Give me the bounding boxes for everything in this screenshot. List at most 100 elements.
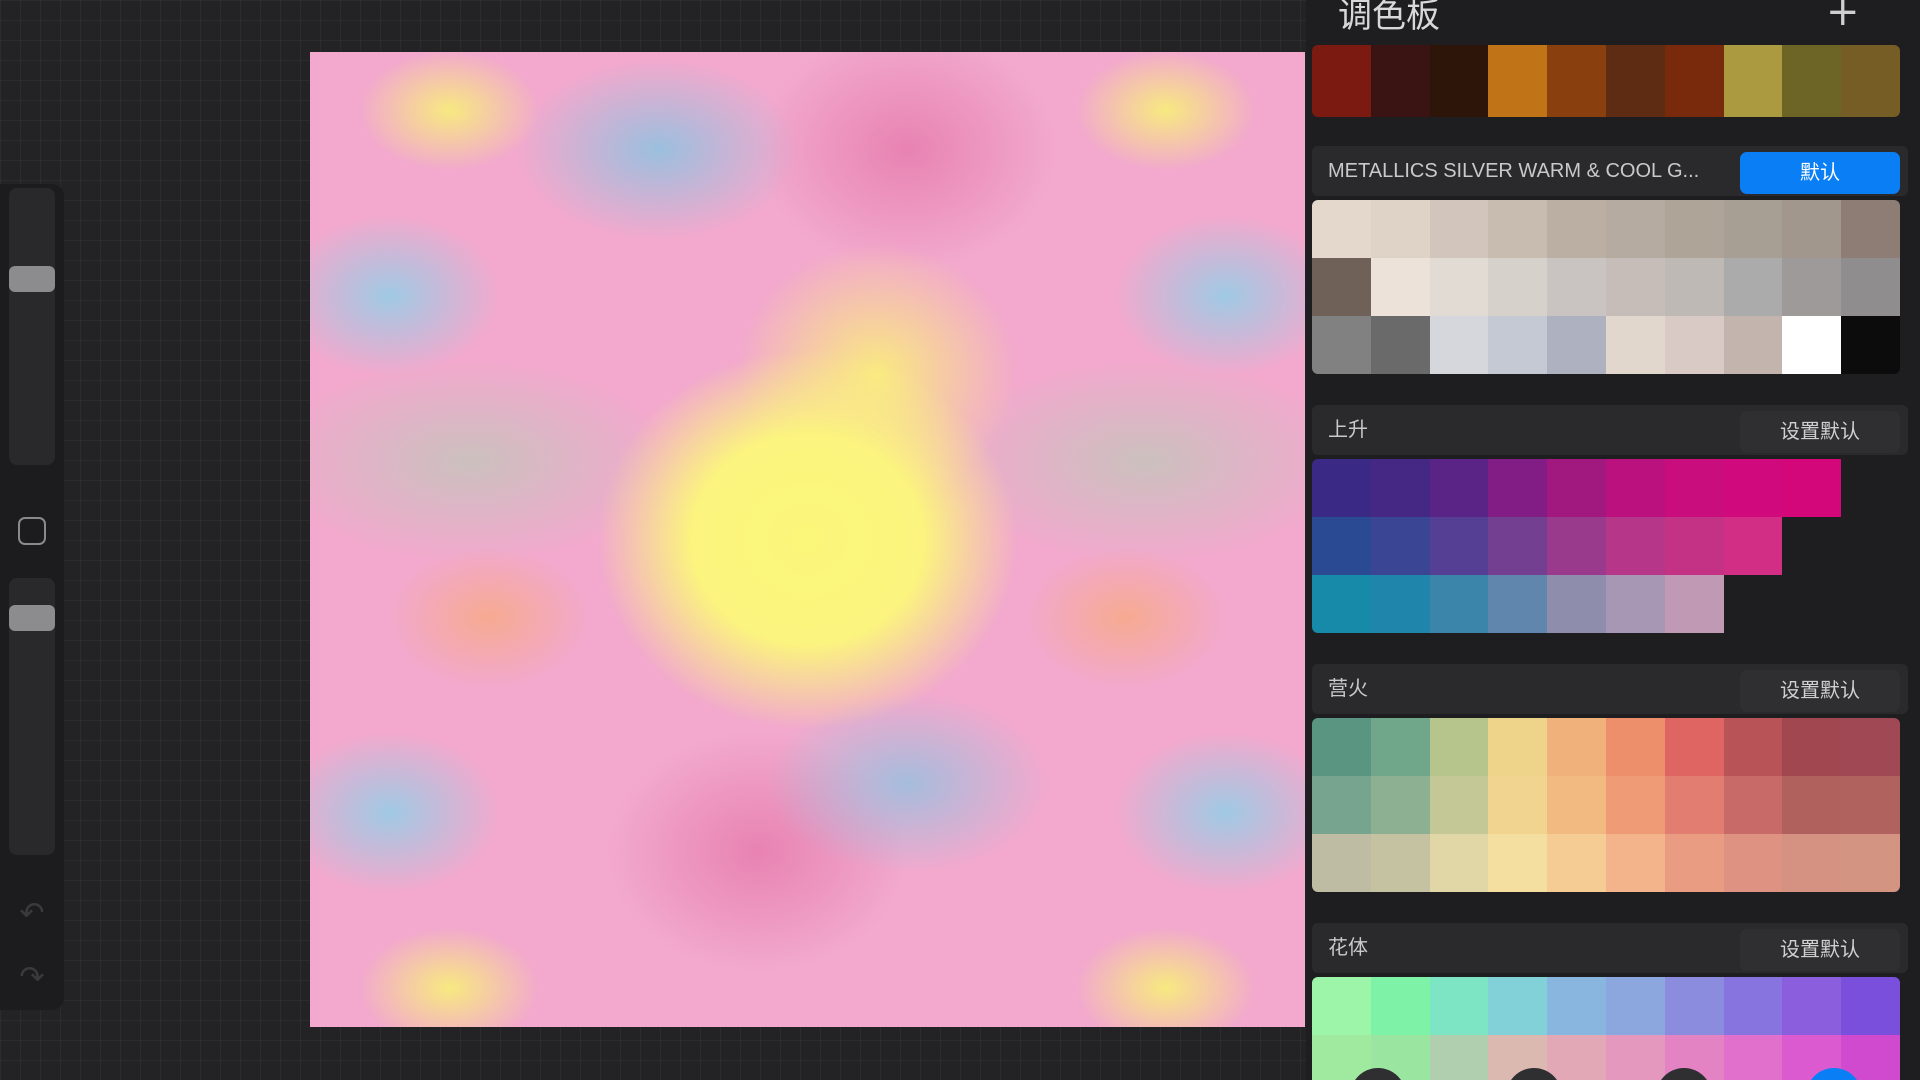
color-swatch[interactable] bbox=[1312, 258, 1371, 316]
color-swatch[interactable] bbox=[1429, 977, 1489, 1035]
color-swatch[interactable] bbox=[1429, 45, 1489, 117]
color-swatch[interactable] bbox=[1488, 200, 1548, 258]
color-swatch[interactable] bbox=[1488, 718, 1548, 776]
color-swatch[interactable] bbox=[1488, 575, 1548, 633]
color-swatch[interactable] bbox=[1782, 977, 1842, 1035]
color-swatch[interactable] bbox=[1370, 977, 1430, 1035]
color-swatch[interactable] bbox=[1841, 834, 1900, 892]
color-swatch[interactable] bbox=[1723, 45, 1783, 117]
color-swatch[interactable] bbox=[1312, 575, 1371, 633]
color-swatch[interactable] bbox=[1664, 718, 1724, 776]
color-swatch[interactable] bbox=[1547, 718, 1606, 776]
color-swatch[interactable] bbox=[1841, 776, 1900, 834]
color-swatch[interactable] bbox=[1370, 459, 1430, 517]
color-swatch[interactable] bbox=[1605, 517, 1665, 575]
color-swatch[interactable] bbox=[1547, 977, 1606, 1035]
color-swatch[interactable] bbox=[1488, 834, 1548, 892]
color-swatch[interactable] bbox=[1429, 459, 1489, 517]
color-swatch[interactable] bbox=[1605, 834, 1665, 892]
color-swatch[interactable] bbox=[1429, 316, 1489, 374]
color-swatch[interactable] bbox=[1605, 200, 1665, 258]
color-swatch[interactable] bbox=[1429, 200, 1489, 258]
set-default-button[interactable]: 设置默认 bbox=[1740, 411, 1900, 453]
set-default-button[interactable]: 设置默认 bbox=[1740, 929, 1900, 971]
color-swatch[interactable] bbox=[1370, 316, 1430, 374]
color-swatch[interactable] bbox=[1782, 316, 1842, 374]
color-swatch[interactable] bbox=[1723, 258, 1783, 316]
color-swatch[interactable] bbox=[1429, 718, 1489, 776]
color-swatch[interactable] bbox=[1782, 834, 1842, 892]
color-swatch[interactable] bbox=[1723, 718, 1783, 776]
color-swatch[interactable] bbox=[1841, 718, 1900, 776]
set-default-button[interactable]: 设置默认 bbox=[1740, 670, 1900, 712]
color-swatch[interactable] bbox=[1723, 776, 1783, 834]
color-swatch[interactable] bbox=[1547, 200, 1606, 258]
color-swatch[interactable] bbox=[1370, 258, 1430, 316]
color-swatch[interactable] bbox=[1488, 977, 1548, 1035]
color-swatch[interactable] bbox=[1605, 258, 1665, 316]
color-swatch[interactable] bbox=[1370, 776, 1430, 834]
color-swatch[interactable] bbox=[1547, 45, 1606, 117]
brush-size-slider[interactable] bbox=[9, 188, 55, 465]
color-swatch[interactable] bbox=[1664, 575, 1724, 633]
color-swatch[interactable] bbox=[1723, 834, 1783, 892]
color-swatch[interactable] bbox=[1429, 834, 1489, 892]
color-swatch[interactable] bbox=[1664, 200, 1724, 258]
color-swatch[interactable] bbox=[1841, 316, 1900, 374]
tab-button[interactable] bbox=[1656, 1068, 1712, 1080]
color-swatch[interactable] bbox=[1370, 200, 1430, 258]
color-swatch[interactable] bbox=[1664, 977, 1724, 1035]
modify-button[interactable] bbox=[18, 517, 46, 545]
drawing-canvas[interactable] bbox=[310, 52, 1305, 1027]
color-swatch[interactable] bbox=[1429, 517, 1489, 575]
color-swatch[interactable] bbox=[1723, 200, 1783, 258]
color-swatch[interactable] bbox=[1841, 977, 1900, 1035]
color-swatch[interactable] bbox=[1547, 258, 1606, 316]
redo-icon[interactable]: ↷ bbox=[14, 960, 50, 996]
color-swatch[interactable] bbox=[1488, 776, 1548, 834]
color-swatch[interactable] bbox=[1547, 459, 1606, 517]
color-swatch[interactable] bbox=[1782, 459, 1842, 517]
color-swatch[interactable] bbox=[1723, 517, 1783, 575]
color-swatch[interactable] bbox=[1664, 517, 1724, 575]
color-swatch[interactable] bbox=[1312, 517, 1371, 575]
color-swatch[interactable] bbox=[1312, 718, 1371, 776]
color-swatch[interactable] bbox=[1488, 316, 1548, 374]
tab-button-active[interactable] bbox=[1806, 1068, 1862, 1080]
color-swatch[interactable] bbox=[1605, 316, 1665, 374]
color-swatch[interactable] bbox=[1312, 977, 1371, 1035]
color-swatch[interactable] bbox=[1723, 459, 1783, 517]
color-swatch[interactable] bbox=[1370, 517, 1430, 575]
color-swatch[interactable] bbox=[1547, 776, 1606, 834]
color-swatch[interactable] bbox=[1370, 45, 1430, 117]
color-swatch[interactable] bbox=[1547, 517, 1606, 575]
default-palette-button[interactable]: 默认 bbox=[1740, 152, 1900, 194]
color-swatch[interactable] bbox=[1547, 834, 1606, 892]
opacity-slider[interactable] bbox=[9, 578, 55, 855]
color-swatch[interactable] bbox=[1312, 834, 1371, 892]
opacity-thumb[interactable] bbox=[9, 605, 55, 631]
tab-button[interactable] bbox=[1350, 1068, 1406, 1080]
color-swatch[interactable] bbox=[1312, 776, 1371, 834]
color-swatch[interactable] bbox=[1782, 258, 1842, 316]
color-swatch[interactable] bbox=[1488, 517, 1548, 575]
brush-size-thumb[interactable] bbox=[9, 266, 55, 292]
color-swatch[interactable] bbox=[1370, 718, 1430, 776]
color-swatch[interactable] bbox=[1664, 316, 1724, 374]
color-swatch[interactable] bbox=[1429, 258, 1489, 316]
color-swatch[interactable] bbox=[1782, 718, 1842, 776]
color-swatch[interactable] bbox=[1841, 200, 1900, 258]
color-swatch[interactable] bbox=[1605, 718, 1665, 776]
color-swatch[interactable] bbox=[1605, 459, 1665, 517]
color-swatch[interactable] bbox=[1664, 776, 1724, 834]
tab-button[interactable] bbox=[1506, 1068, 1562, 1080]
color-swatch[interactable] bbox=[1547, 575, 1606, 633]
color-swatch[interactable] bbox=[1782, 200, 1842, 258]
add-palette-button[interactable]: + bbox=[1826, 0, 1860, 32]
color-swatch[interactable] bbox=[1488, 258, 1548, 316]
color-swatch[interactable] bbox=[1370, 575, 1430, 633]
color-swatch[interactable] bbox=[1605, 575, 1665, 633]
color-swatch[interactable] bbox=[1312, 45, 1371, 117]
color-swatch[interactable] bbox=[1664, 258, 1724, 316]
color-swatch[interactable] bbox=[1605, 977, 1665, 1035]
